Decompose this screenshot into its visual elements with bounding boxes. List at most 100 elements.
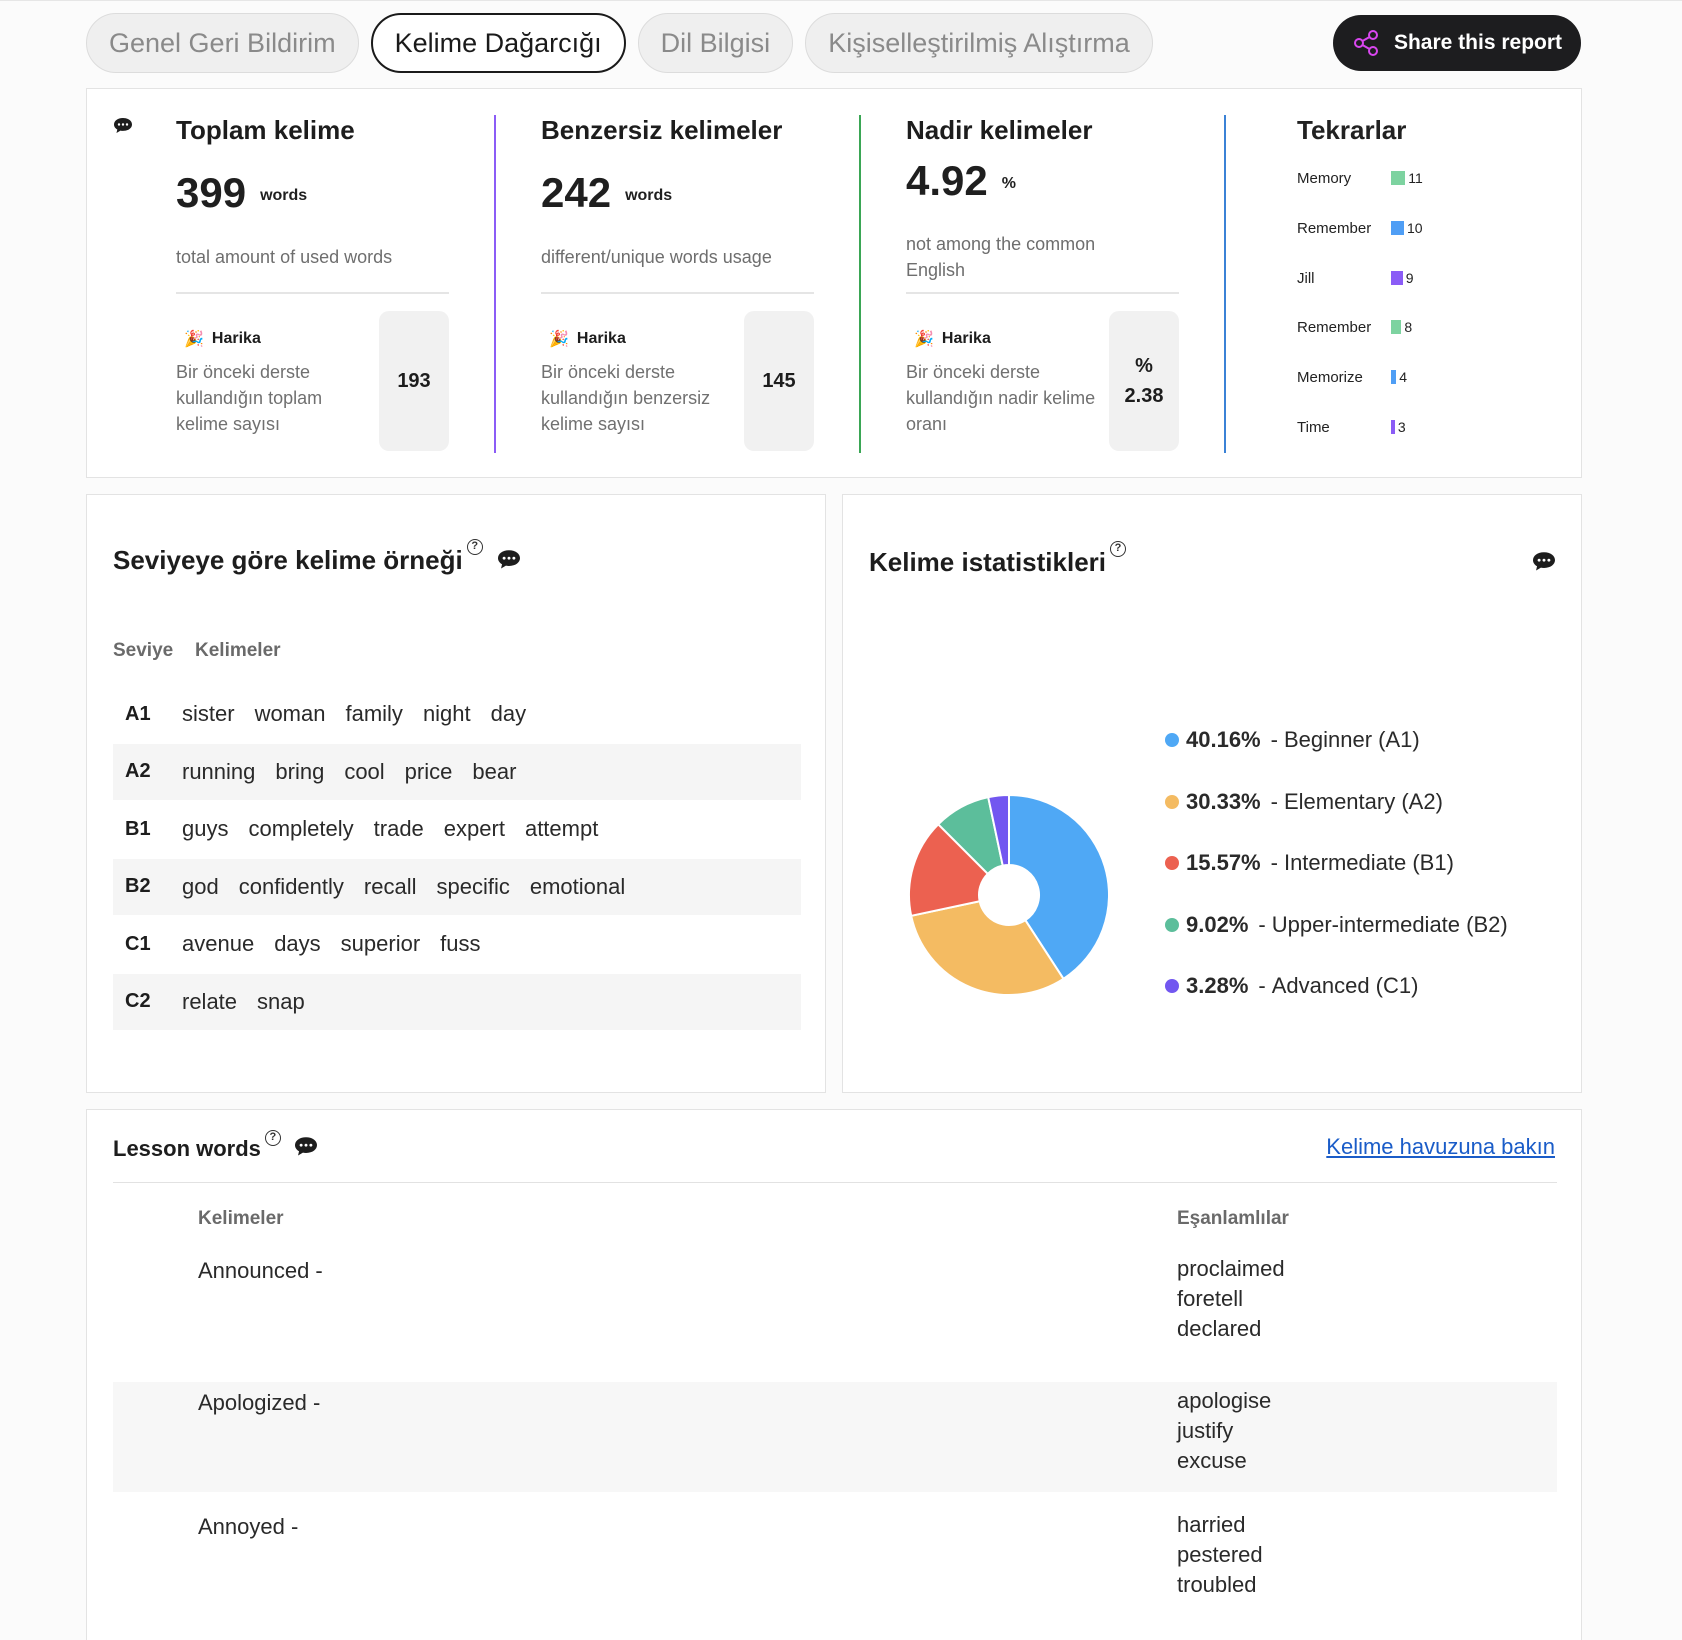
word-pool-link[interactable]: Kelime havuzuna bakın: [1326, 1134, 1555, 1160]
legend-item: 9.02% - Upper-intermediate (B2): [1165, 912, 1508, 938]
praise-label: 🎉 Harika: [914, 329, 991, 349]
level-word: woman: [254, 701, 326, 726]
level-row: A1 sister woman family night day: [113, 686, 801, 742]
legend-percent: 9.02%: [1186, 911, 1249, 937]
repetition-bar: [1391, 221, 1404, 235]
synonym: troubled: [1177, 1572, 1257, 1597]
total-words-desc: total amount of used words: [176, 247, 393, 267]
legend-level-name: Intermediate (B1): [1283, 850, 1454, 875]
level-word: price: [404, 758, 453, 784]
lesson-word-row: Announced - proclaimed foretell declared: [113, 1250, 1557, 1360]
repetition-bar: [1391, 420, 1395, 434]
share-icon: [1353, 30, 1378, 56]
previous-total-value: 193: [397, 370, 431, 392]
repetition-word: Remember: [1297, 219, 1372, 237]
repetition-item: Remember 10: [1297, 218, 1423, 238]
level-row: C1 avenue days superior fuss: [113, 916, 801, 972]
synonym: pestered: [1177, 1542, 1263, 1567]
repetition-item: Time 3: [1297, 417, 1406, 437]
unique-words-value: 242 words: [541, 169, 672, 217]
synonym: foretell: [1177, 1286, 1244, 1311]
level-word: trade: [373, 816, 424, 841]
level-code: B2: [125, 875, 151, 897]
synonym-list: harried pestered troubled: [1177, 1510, 1263, 1600]
chat-icon[interactable]: [1531, 551, 1557, 578]
total-words-value: 399 words: [176, 169, 307, 217]
tab-grammar[interactable]: Dil Bilgisi: [637, 13, 794, 73]
chat-icon[interactable]: [113, 117, 133, 140]
repetition-word: Time: [1297, 418, 1330, 436]
legend-percent: 15.57%: [1186, 850, 1261, 875]
level-words-title-text: Seviyeye göre kelime örneği: [113, 545, 463, 575]
legend-separator: -: [1270, 788, 1278, 814]
word-stats-title: Kelime istatistikleri?: [869, 541, 1126, 578]
help-icon[interactable]: ?: [466, 539, 483, 555]
repetition-item: Memorize 4: [1297, 367, 1407, 387]
level-word: god: [182, 873, 219, 899]
report-tabs: Genel Geri Bildirim Kelime Dağarcığı Dil…: [86, 13, 1153, 73]
legend-item: 40.16% - Beginner (A1): [1165, 727, 1420, 753]
unique-words-title: Benzersiz kelimeler: [541, 115, 783, 145]
legend-percent: 30.33%: [1186, 788, 1261, 814]
chat-icon[interactable]: [496, 547, 522, 578]
level-word: cool: [344, 758, 385, 784]
legend-level-name: Upper-intermediate (B2): [1271, 911, 1508, 937]
level-word: superior: [340, 931, 421, 956]
level-word: guys: [182, 816, 229, 841]
level-code: A1: [125, 702, 151, 725]
help-icon[interactable]: ?: [1110, 541, 1126, 557]
total-words-number: 399: [176, 169, 247, 216]
previous-total-box: 193: [379, 311, 449, 451]
previous-rare-box: % 2.38: [1109, 311, 1179, 451]
legend-dot: [1165, 733, 1179, 747]
level-word: snap: [257, 988, 305, 1014]
repetition-bar: [1391, 271, 1403, 285]
tab-personalized-practice[interactable]: Kişiselleştirilmiş Alıştırma: [805, 13, 1153, 73]
repetition-count: 11: [1408, 170, 1423, 186]
unique-words-number: 242: [541, 169, 612, 216]
level-word: avenue: [182, 931, 255, 956]
repetition-item: Memory 11: [1297, 168, 1423, 188]
level-word: bring: [275, 758, 325, 784]
help-icon[interactable]: ?: [264, 1130, 281, 1146]
level-word: completely: [248, 816, 354, 841]
rare-words-value: 4.92%: [906, 157, 1016, 205]
rare-words-number: 4.92: [906, 157, 988, 204]
rare-words-title: Nadir kelimeler: [906, 115, 1093, 145]
repetition-item: Jill 9: [1297, 268, 1413, 288]
lesson-words-card: Lesson words? Kelime havuzuna bakın Keli…: [86, 1109, 1582, 1640]
level-word: recall: [363, 873, 417, 899]
legend-item: 3.28% - Advanced (C1): [1165, 973, 1418, 999]
lesson-word: Apologized -: [198, 1390, 321, 1415]
legend-item: 30.33% - Elementary (A2): [1165, 789, 1443, 815]
repetition-bar: [1391, 320, 1402, 334]
synonym: harried: [1177, 1512, 1246, 1537]
repetition-bar: [1391, 370, 1397, 384]
repetition-word: Memory: [1297, 169, 1352, 187]
repetitions-title: Tekrarlar: [1297, 115, 1407, 145]
chat-icon[interactable]: [293, 1136, 319, 1164]
level-word: fuss: [440, 931, 481, 956]
tab-general-feedback[interactable]: Genel Geri Bildirim: [86, 13, 359, 73]
total-words-unit: words: [260, 186, 308, 204]
previous-rare-prefix: %: [1135, 355, 1153, 377]
level-word: bear: [472, 758, 517, 784]
praise-text: Harika: [211, 330, 261, 347]
level-word: relate: [182, 988, 238, 1014]
synonym: declared: [1177, 1316, 1262, 1341]
lesson-word-row: Annoyed - harried pestered troubled: [113, 1506, 1557, 1616]
repetition-bar: [1391, 171, 1406, 185]
repetition-count: 10: [1407, 220, 1423, 236]
tab-vocabulary[interactable]: Kelime Dağarcığı: [370, 13, 626, 73]
repetition-item: Remember 8: [1297, 317, 1412, 337]
word-stats-title-text: Kelime istatistikleri: [869, 547, 1106, 577]
repetition-count: 9: [1405, 270, 1414, 286]
legend-separator: -: [1258, 911, 1266, 937]
lesson-word: Annoyed -: [198, 1514, 299, 1539]
level-word: attempt: [524, 816, 599, 841]
legend-level-name: Beginner (A1): [1283, 727, 1420, 752]
share-report-button[interactable]: Share this report: [1333, 15, 1581, 71]
words-column-header: Kelimeler: [195, 640, 281, 661]
legend-item: 15.57% - Intermediate (B1): [1165, 850, 1454, 876]
lesson-words-title: Lesson words?: [113, 1130, 319, 1164]
